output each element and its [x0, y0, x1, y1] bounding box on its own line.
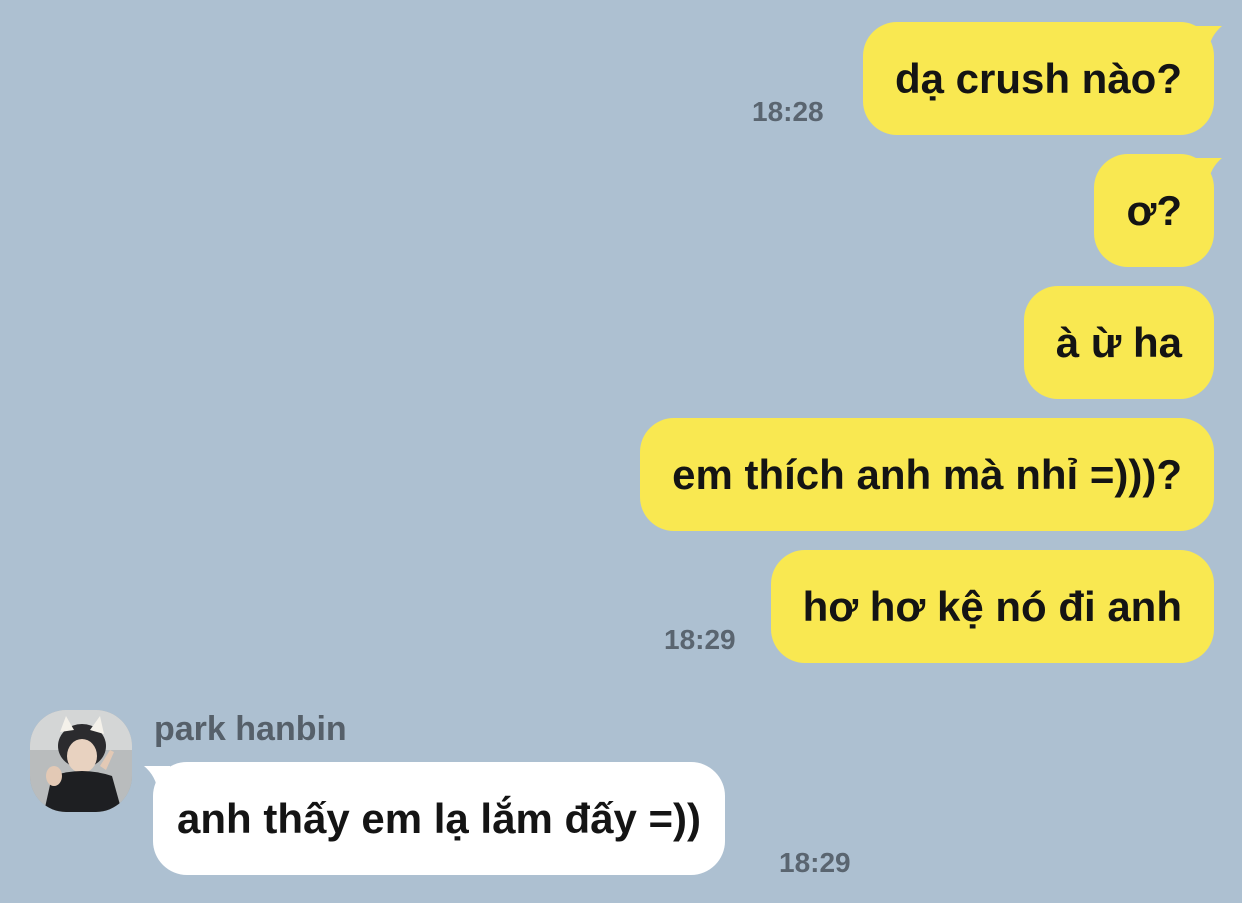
- message-bubble-sent[interactable]: dạ crush nào?: [862, 22, 1214, 135]
- message-bubble-received[interactable]: anh thấy em lạ lắm đấy =)): [153, 762, 726, 875]
- timestamp: 18:29: [664, 624, 736, 655]
- timestamp: 18:28: [752, 96, 824, 127]
- contact-avatar[interactable]: [30, 710, 132, 812]
- chat-screen: { "conversation": { "contact_name": "par…: [0, 0, 1242, 903]
- message-bubble-sent[interactable]: em thích anh mà nhỉ =)))?: [640, 418, 1214, 531]
- timestamp: 18:29: [779, 847, 851, 878]
- message-bubble-sent[interactable]: hơ hơ kệ nó đi anh: [770, 550, 1214, 663]
- bubble-tail: [1196, 26, 1222, 52]
- avatar-photo: [30, 710, 132, 812]
- sender-name: park hanbin: [154, 710, 347, 748]
- message-bubble-sent[interactable]: à ừ ha: [1023, 286, 1214, 399]
- bubble-tail: [1196, 158, 1222, 184]
